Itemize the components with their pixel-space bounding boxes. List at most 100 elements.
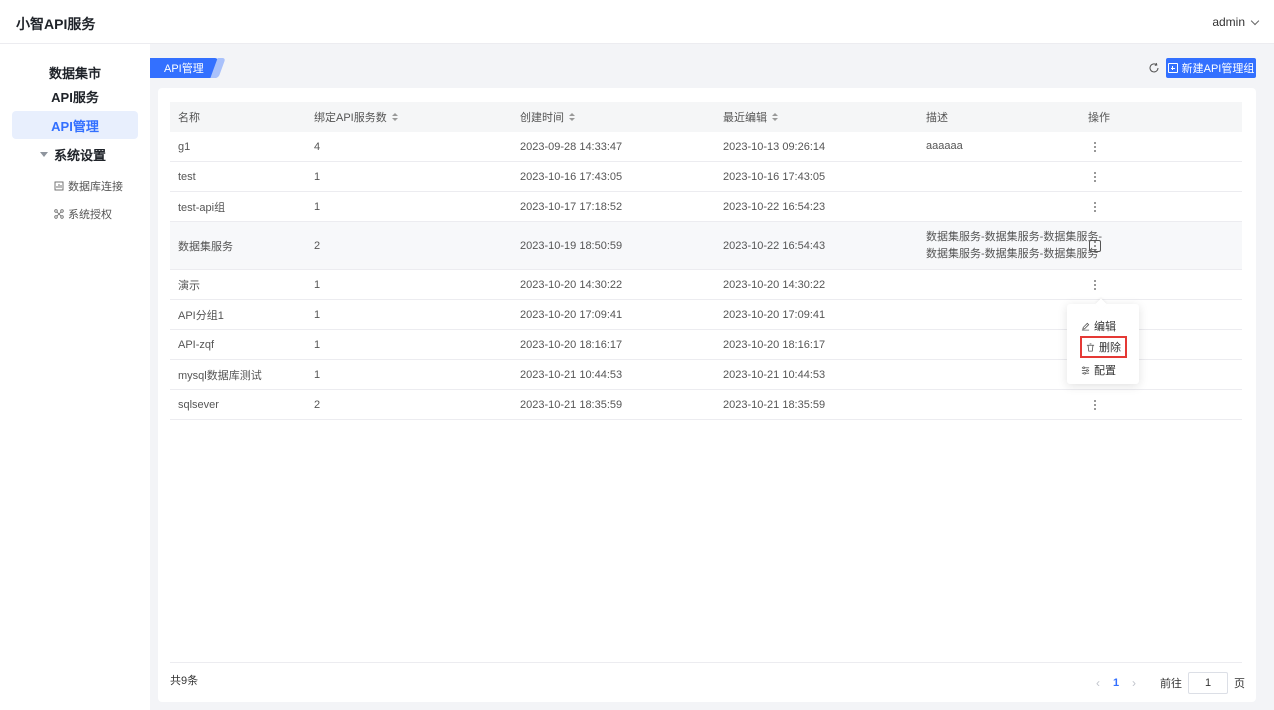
- prev-page-icon[interactable]: ‹: [1088, 676, 1108, 690]
- table-row: test 1 2023-10-16 17:43:05 2023-10-16 17:43…: [170, 162, 1242, 192]
- cell-name: test-api组: [178, 201, 226, 214]
- refresh-icon[interactable]: [1148, 62, 1160, 74]
- table-header: 名称 绑定API服务数 创建时间 最近编辑 描述 操作: [170, 102, 1242, 132]
- row-actions-dropdown: 编辑 删除 配置: [1067, 304, 1139, 384]
- cell-name: API分组1: [178, 309, 224, 322]
- cell-bound-count: 2: [314, 398, 321, 411]
- cell-created: 2023-10-19 18:50:59: [520, 239, 623, 252]
- top-bar: 小智API服务 admin: [0, 0, 1274, 44]
- more-actions-icon[interactable]: [1088, 222, 1102, 269]
- table-row: 数据集服务 2 2023-10-19 18:50:59 2023-10-22 16:5…: [170, 222, 1242, 270]
- config-menu-item[interactable]: 配置: [1081, 360, 1116, 380]
- more-actions-icon[interactable]: [1088, 192, 1102, 221]
- cell-bound-count: 1: [314, 170, 321, 183]
- sidebar-item-label: 数据集市: [48, 65, 101, 81]
- page-number[interactable]: 1: [1108, 677, 1124, 689]
- sidebar-item-api-service[interactable]: API服务: [12, 82, 138, 110]
- sidebar-item-database-connection[interactable]: 数据库连接: [54, 176, 123, 196]
- column-header-edited[interactable]: 最近编辑: [723, 102, 778, 132]
- cell-name: g1: [178, 140, 191, 153]
- sidebar-item-label: API服务: [51, 89, 99, 105]
- next-page-icon[interactable]: ›: [1124, 676, 1144, 690]
- edit-menu-label: 编辑: [1094, 321, 1116, 333]
- delete-menu-item[interactable]: 删除: [1080, 336, 1127, 358]
- cell-name: API-zqf: [178, 338, 215, 351]
- cell-name: sqlsever: [178, 398, 219, 411]
- cell-created: 2023-10-16 17:43:05: [520, 170, 623, 183]
- column-header-actions: 操作: [1088, 102, 1110, 132]
- cell-edited: 2023-10-20 18:16:17: [723, 338, 826, 351]
- cell-bound-count: 4: [314, 140, 321, 153]
- footer-divider: [170, 662, 1242, 663]
- cell-name: 数据集服务: [178, 240, 233, 253]
- more-actions-icon[interactable]: [1088, 270, 1102, 299]
- cell-created: 2023-09-28 14:33:47: [520, 140, 623, 153]
- main-content: API管理 新建API管理组 名称 绑定API服务数 创建时间 最近编辑 描述 …: [150, 44, 1274, 710]
- more-actions-icon[interactable]: [1088, 162, 1102, 191]
- cell-created: 2023-10-21 10:44:53: [520, 368, 623, 381]
- sidebar-item-api-management[interactable]: API管理: [12, 111, 138, 139]
- cell-created: 2023-10-20 17:09:41: [520, 308, 623, 321]
- plus-square-icon: [1167, 63, 1178, 73]
- cell-bound-count: 2: [314, 239, 321, 252]
- column-header-label: 操作: [1088, 112, 1110, 124]
- sidebar: 数据集市 API服务 API管理 系统设置 数据库连接 系统授权: [0, 44, 150, 710]
- sidebar-group-system-settings[interactable]: 系统设置: [40, 144, 106, 164]
- cell-bound-count: 1: [314, 368, 321, 381]
- table-row: sqlsever 2 2023-10-21 18:35:59 2023-10-21 1…: [170, 390, 1242, 420]
- column-header-label: 最近编辑: [723, 112, 767, 124]
- total-count: 共9条: [170, 675, 199, 687]
- column-header-label: 绑定API服务数: [314, 112, 387, 124]
- cell-created: 2023-10-20 14:30:22: [520, 278, 623, 291]
- description-line: 数据集服务-数据集服务-数据集服务: [926, 247, 1099, 260]
- cell-bound-count: 1: [314, 278, 321, 291]
- description-line: 数据集服务-数据集服务-数据集服务-: [926, 230, 1102, 243]
- table-row: 演示 1 2023-10-20 14:30:22 2023-10-20 14:30:2…: [170, 270, 1242, 300]
- column-header-label: 描述: [926, 112, 948, 124]
- cell-edited: 2023-10-20 14:30:22: [723, 278, 826, 291]
- sidebar-group-label: 系统设置: [54, 147, 107, 163]
- column-header-bound-count[interactable]: 绑定API服务数: [314, 102, 398, 132]
- cell-created: 2023-10-17 17:18:52: [520, 200, 623, 213]
- sidebar-item-label: 数据库连接: [68, 181, 123, 193]
- cell-bound-count: 1: [314, 338, 321, 351]
- user-name: admin: [1212, 15, 1245, 29]
- sort-icon[interactable]: [772, 113, 778, 121]
- sort-icon[interactable]: [569, 113, 575, 121]
- sliders-icon: [1081, 366, 1090, 374]
- edit-menu-item[interactable]: 编辑: [1081, 316, 1116, 336]
- sidebar-item-label: API管理: [51, 118, 99, 134]
- table-row: test-api组 1 2023-10-17 17:18:52 2023-10-22 …: [170, 192, 1242, 222]
- column-header-label: 名称: [178, 112, 200, 124]
- pencil-icon: [1081, 322, 1090, 330]
- sidebar-item-label: 系统授权: [68, 209, 112, 221]
- column-header-label: 创建时间: [520, 112, 564, 124]
- cell-edited: 2023-10-22 16:54:23: [723, 200, 826, 213]
- column-header-created[interactable]: 创建时间: [520, 102, 575, 132]
- more-actions-icon[interactable]: [1088, 132, 1102, 161]
- user-menu[interactable]: admin: [1212, 15, 1260, 29]
- goto-page-input[interactable]: [1188, 672, 1228, 694]
- table-card: 名称 绑定API服务数 创建时间 最近编辑 描述 操作 g1 4 2023-09-2…: [158, 88, 1256, 702]
- cell-name: 演示: [178, 279, 200, 292]
- sort-icon[interactable]: [391, 113, 398, 121]
- description-line: aaaaaa: [926, 140, 963, 152]
- new-api-group-button[interactable]: 新建API管理组: [1166, 58, 1256, 78]
- chevron-down-icon: [1250, 16, 1260, 25]
- cell-edited: 2023-10-13 09:26:14: [723, 140, 826, 153]
- caret-down-icon: [40, 151, 48, 157]
- cell-name: mysql数据库测试: [178, 369, 262, 382]
- cell-created: 2023-10-20 18:16:17: [520, 338, 623, 351]
- network-icon: [54, 209, 64, 219]
- sidebar-item-system-authorization[interactable]: 系统授权: [54, 204, 112, 224]
- cell-description: aaaaaa: [926, 132, 963, 161]
- more-actions-icon[interactable]: [1088, 390, 1102, 419]
- cell-bound-count: 1: [314, 200, 321, 213]
- cell-edited: 2023-10-21 10:44:53: [723, 368, 826, 381]
- cell-edited: 2023-10-20 17:09:41: [723, 308, 826, 321]
- cell-created: 2023-10-21 18:35:59: [520, 398, 623, 411]
- trash-icon: [1086, 342, 1095, 352]
- new-api-group-label: 新建API管理组: [1181, 63, 1255, 75]
- column-header-name: 名称: [178, 102, 200, 132]
- tab-api-management[interactable]: API管理: [150, 58, 218, 78]
